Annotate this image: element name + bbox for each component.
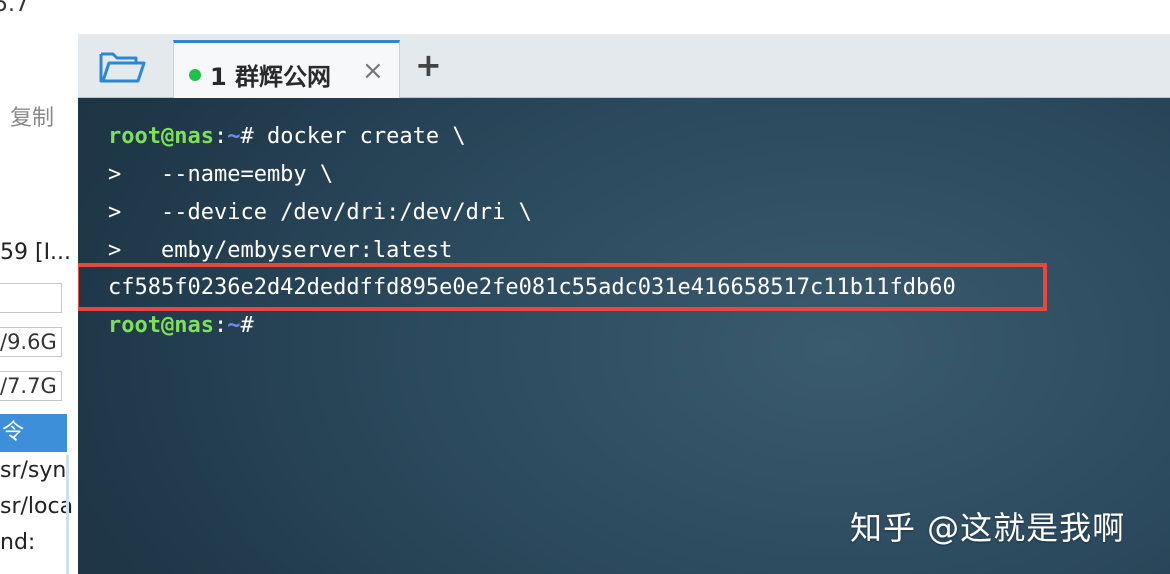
container-id-output: cf585f0236e2d42deddffd895e0e2fe081c55adc… [108,275,956,300]
continuation-line-3: > emby/embyserver:latest [108,238,453,263]
close-icon[interactable]: × [362,56,384,86]
prompt-separator: : [213,313,228,338]
prompt-path: ~ [227,124,241,149]
prompt-separator: : [213,124,228,149]
prompt-hash: # [240,124,267,149]
prompt-hash: # [240,313,254,338]
disk-field-2[interactable]: /7.7G [0,371,62,401]
label-nd: nd: [0,530,36,555]
terminal-window: 1 群辉公网 × + root@nas:~# docker create \ >… [78,34,1170,574]
empty-field[interactable] [0,283,62,313]
truncated-list-item[interactable]: 59 [I... [0,240,71,265]
path-item-1: sr/syn [0,458,67,483]
tab-bar: 1 群辉公网 × + [78,34,1170,98]
continuation-line-2: > --device /dev/dri:/dev/dri \ [108,200,532,225]
left-panel: 5.7 复制 59 [I... /9.6G /7.7G 令 sr/syn sr/… [0,0,78,574]
version-fragment: 5.7 [0,0,29,17]
command-line-1: root@nas:~# docker create \ [108,124,466,150]
tab-label: 1 群辉公网 [210,63,332,91]
disk-field-1[interactable]: /9.6G [0,327,62,357]
continuation-line-1: > --name=emby \ [108,162,334,187]
prompt-path: ~ [227,313,241,338]
prompt-user: root@nas [108,124,214,149]
zhihu-watermark: 知乎 @这就是我啊 [850,509,1126,547]
command-text: docker create \ [266,124,466,149]
command-line-2: root@nas:~# [108,313,254,339]
terminal-output[interactable]: root@nas:~# docker create \ > --name=emb… [78,98,1170,574]
status-dot-icon [189,69,201,81]
folder-icon[interactable] [98,48,146,86]
tab-session-1[interactable]: 1 群辉公网 × [173,40,400,98]
prompt-user: root@nas [108,313,214,338]
copy-button[interactable]: 复制 [10,100,54,132]
selected-menu-row[interactable]: 令 [0,414,67,452]
add-tab-icon[interactable]: + [415,48,442,82]
path-item-2: sr/loca [0,494,74,519]
panel-scrollbar[interactable] [66,455,69,574]
